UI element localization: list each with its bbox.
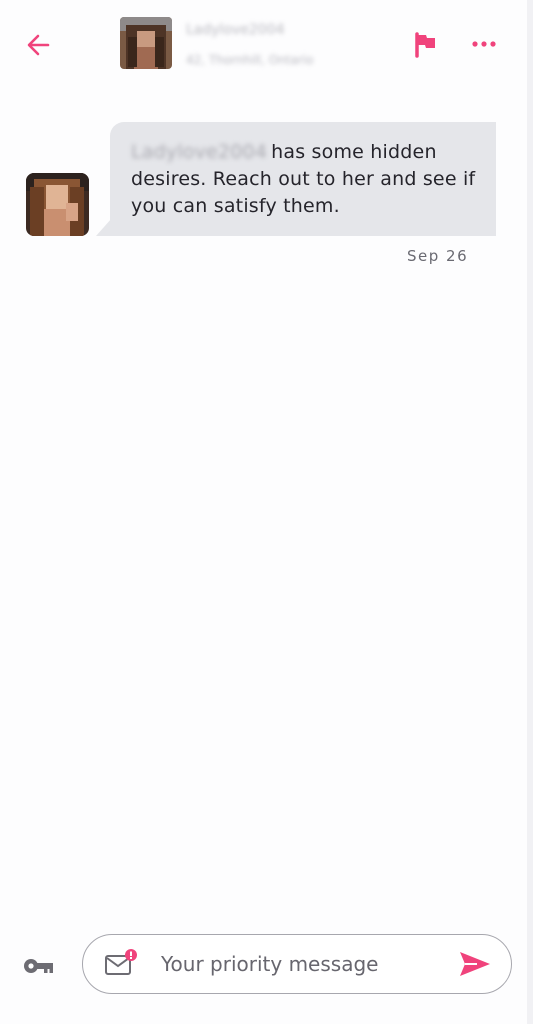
arrow-left-icon (27, 34, 50, 56)
priority-mail-button[interactable] (104, 948, 138, 978)
chat-screen: Ladylove2004 42, Thornhill, Ontario Lady… (0, 0, 527, 1024)
report-button[interactable] (413, 32, 439, 58)
more-dots-icon (472, 41, 496, 47)
profile-avatar[interactable] (120, 17, 172, 69)
message-input[interactable] (161, 949, 441, 979)
sender-avatar[interactable] (26, 173, 89, 236)
mail-notification-icon (105, 949, 137, 975)
send-button[interactable] (457, 949, 493, 979)
message-bubble: Ladylove2004 has some hidden desires. Rea… (110, 122, 496, 236)
flag-icon (415, 32, 435, 58)
message-date: Sep 26 (407, 247, 469, 265)
send-icon (460, 952, 490, 976)
back-button[interactable] (24, 30, 54, 60)
scrollbar-track (527, 0, 533, 1024)
more-options-button[interactable] (470, 34, 498, 54)
profile-name[interactable]: Ladylove2004 (186, 22, 285, 38)
sender-name: Ladylove2004 (131, 141, 268, 163)
key-button[interactable] (22, 953, 56, 979)
key-icon (24, 959, 53, 973)
message-composer (82, 934, 512, 994)
profile-location: 42, Thornhill, Ontario (186, 53, 314, 67)
chat-header: Ladylove2004 42, Thornhill, Ontario (0, 0, 527, 90)
